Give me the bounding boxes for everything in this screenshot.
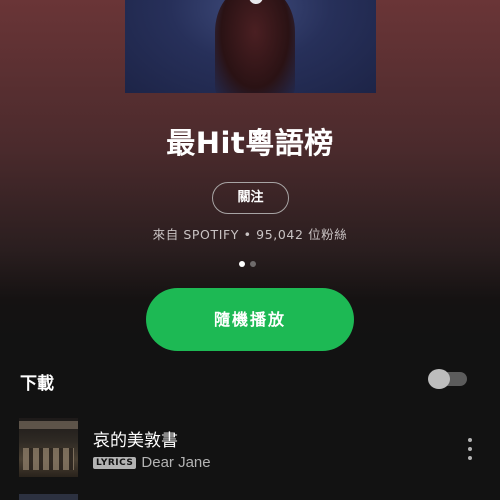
toggle-knob <box>428 369 450 389</box>
cover-figure <box>215 0 295 93</box>
carousel-indicator[interactable] <box>239 261 256 267</box>
playlist-cover-image <box>125 0 376 93</box>
art-band <box>19 421 78 429</box>
playlist-screen: 最Hit粵語榜 關注 來自 SPOTIFY • 95,042 位粉絲 隨機播放 … <box>0 0 500 500</box>
shuffle-play-button[interactable]: 隨機播放 <box>146 288 354 351</box>
playlist-meta: 來自 SPOTIFY • 95,042 位粉絲 <box>152 227 348 242</box>
track-row[interactable]: 哀的美敦書 LYRICS Dear Jane <box>0 418 500 480</box>
lyrics-badge: LYRICS <box>93 456 137 469</box>
download-toggle[interactable] <box>428 369 467 389</box>
carousel-dot-1[interactable] <box>239 261 245 267</box>
playlist-title: 最Hit粵語榜 <box>166 126 334 160</box>
track-title: 哀的美敦書 <box>93 431 178 451</box>
carousel-dot-2[interactable] <box>250 261 256 267</box>
track-subtitle: LYRICS Dear Jane <box>93 454 211 471</box>
follow-button[interactable]: 關注 <box>212 182 289 214</box>
next-track-album-art <box>19 494 78 500</box>
more-vertical-icon[interactable] <box>465 438 475 460</box>
track-artist: Dear Jane <box>141 454 211 471</box>
track-album-art <box>19 418 78 477</box>
art-people <box>23 448 74 470</box>
download-label: 下載 <box>20 374 54 394</box>
